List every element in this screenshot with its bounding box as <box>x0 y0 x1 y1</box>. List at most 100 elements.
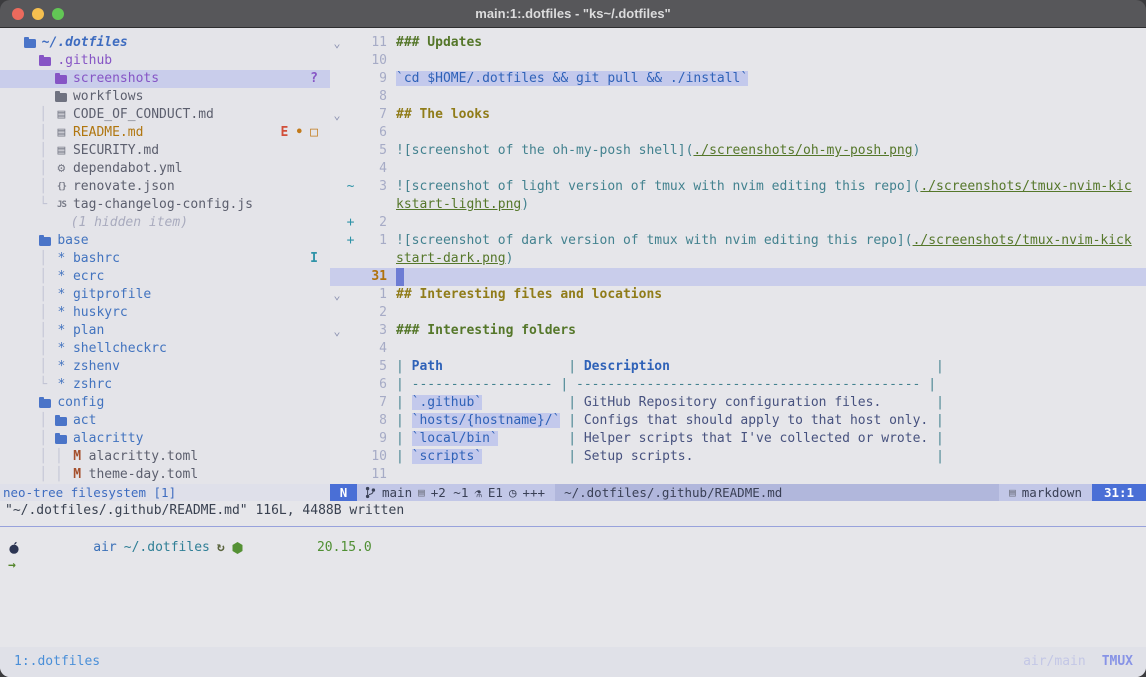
tree-item-dotfiles[interactable]: ~/.dotfiles <box>0 34 330 52</box>
zoom-button[interactable] <box>52 8 64 20</box>
tree-item-code-of-conduct-md[interactable]: │ ▤CODE_OF_CONDUCT.md <box>0 106 330 124</box>
editor-line[interactable]: 10| `scripts` | Setup scripts. | <box>330 448 1146 466</box>
badge-orange: □ <box>310 124 318 142</box>
editor-line[interactable]: ⌄ 3### Interesting folders <box>330 322 1146 340</box>
tree-item-gitprofile[interactable]: │ *gitprofile <box>0 286 330 304</box>
neotree-panel[interactable]: ~/.dotfiles .github screenshots? workflo… <box>0 28 330 484</box>
tree-item-config[interactable]: config <box>0 394 330 412</box>
folder-icon <box>55 417 67 426</box>
indent-guide: │ <box>8 124 55 142</box>
editor-line[interactable]: 6 <box>330 124 1146 142</box>
fold-open-icon[interactable]: ⌄ <box>330 286 344 304</box>
fold-open-icon[interactable]: ⌄ <box>330 322 344 340</box>
line-content: | `local/bin` | Helper scripts that I've… <box>396 430 1146 448</box>
text-cursor <box>396 268 404 286</box>
tree-item-dependabot-yml[interactable]: │ ⚙dependabot.yml <box>0 160 330 178</box>
tree-item-act[interactable]: │ act <box>0 412 330 430</box>
line-content: ![screenshot of light version of tmux wi… <box>396 178 1146 196</box>
line-content: | `.github` | GitHub Repository configur… <box>396 394 1146 412</box>
tree-item-readme-md[interactable]: │ ▤README.mdE•□ <box>0 124 330 142</box>
tree-item-theme-day-toml[interactable]: │ │ Mtheme-day.toml <box>0 466 330 484</box>
tree-item-plan[interactable]: │ *plan <box>0 322 330 340</box>
editor-line[interactable]: ⌄ 1## Interesting files and locations <box>330 286 1146 304</box>
tree-item-label: alacritty <box>73 430 143 448</box>
editor-line[interactable]: kstart-light.png) <box>330 196 1146 214</box>
fold-column <box>330 70 344 88</box>
editor-line[interactable]: 4 <box>330 160 1146 178</box>
sign-column <box>344 88 357 106</box>
tree-item-huskyrc[interactable]: │ *huskyrc <box>0 304 330 322</box>
tree-item-label: alacritty.toml <box>89 448 199 466</box>
editor-line[interactable]: ~3![screenshot of light version of tmux … <box>330 178 1146 196</box>
prompt-host: air <box>93 539 116 557</box>
line-content: | `hosts/{hostname}/` | Configs that sho… <box>396 412 1146 430</box>
tree-item-workflows[interactable]: workflows <box>0 88 330 106</box>
sign-column <box>344 106 357 124</box>
editor-line[interactable]: 8 <box>330 88 1146 106</box>
tree-item-github[interactable]: .github <box>0 52 330 70</box>
tree-item-tag-changelog-config-js[interactable]: └ JStag-changelog-config.js <box>0 196 330 214</box>
mode-indicator: N <box>330 484 357 501</box>
sign-column <box>344 466 357 484</box>
editor-line[interactable]: +1![screenshot of dark version of tmux w… <box>330 232 1146 250</box>
tmux-window-tab[interactable]: 1:.dotfiles <box>0 653 100 671</box>
tree-item-label: .github <box>57 52 112 70</box>
indent-guide: │ <box>8 142 55 160</box>
editor-line[interactable]: 4 <box>330 340 1146 358</box>
editor-line[interactable]: 6| ------------------ | ----------------… <box>330 376 1146 394</box>
tree-item-security-md[interactable]: │ ▤SECURITY.md <box>0 142 330 160</box>
fold-column <box>330 124 344 142</box>
shell-pane[interactable]: air ~/.dotfiles ↻ 20.15.0 → <box>0 527 1146 575</box>
tree-item-renovate-json[interactable]: │ {}renovate.json <box>0 178 330 196</box>
editor-line[interactable]: 5![screenshot of the oh-my-posh shell](.… <box>330 142 1146 160</box>
editor-panel[interactable]: ⌄ 11### Updates 10 9`cd $HOME/.dotfiles … <box>330 28 1146 484</box>
close-button[interactable] <box>12 8 24 20</box>
editor-line[interactable]: 7| `.github` | GitHub Repository configu… <box>330 394 1146 412</box>
editor-line[interactable]: 11 <box>330 466 1146 484</box>
tree-item-label: workflows <box>73 88 143 106</box>
git-status-segment: main ▤+2 ~1 ⚗E1 ◷+++ <box>357 484 555 501</box>
editor-line[interactable]: 9| `local/bin` | Helper scripts that I'v… <box>330 430 1146 448</box>
tree-item-screenshots[interactable]: screenshots? <box>0 70 330 88</box>
editor-line[interactable]: 2 <box>330 304 1146 322</box>
minimize-button[interactable] <box>32 8 44 20</box>
editor-line[interactable]: 10 <box>330 52 1146 70</box>
tree-item-label: zshrc <box>73 376 112 394</box>
line-number: 8 <box>357 412 396 430</box>
traffic-lights <box>0 8 64 20</box>
prompt-arrow[interactable]: → <box>8 557 1146 575</box>
git-sign: + <box>344 214 357 232</box>
editor-line[interactable]: ⌄ 7## The looks <box>330 106 1146 124</box>
editor-line[interactable]: +2 <box>330 214 1146 232</box>
tree-item-base[interactable]: base <box>0 232 330 250</box>
tree-item-zshenv[interactable]: │ *zshenv <box>0 358 330 376</box>
badge-red: E <box>281 124 289 142</box>
editor-line[interactable]: 8| `hosts/{hostname}/` | Configs that sh… <box>330 412 1146 430</box>
tree-item-ecrc[interactable]: │ *ecrc <box>0 268 330 286</box>
badge-orange: • <box>295 124 303 142</box>
tree-item-zshrc[interactable]: └ *zshrc <box>0 376 330 394</box>
fold-open-icon[interactable]: ⌄ <box>330 34 344 52</box>
line-content <box>396 466 1146 484</box>
editor-line[interactable]: start-dark.png) <box>330 250 1146 268</box>
sign-column <box>344 304 357 322</box>
editor-cursor-line[interactable]: 31 <box>330 268 1146 286</box>
tree-item-label: ~/.dotfiles <box>42 34 128 52</box>
tree-item-alacritty-toml[interactable]: │ │ Malacritty.toml <box>0 448 330 466</box>
indent-guide: │ <box>8 304 55 322</box>
apple-icon <box>8 505 86 591</box>
line-number: 8 <box>357 88 396 106</box>
editor-line[interactable]: 5| Path | Description | <box>330 358 1146 376</box>
editor-line[interactable]: ⌄ 11### Updates <box>330 34 1146 52</box>
sign-column <box>344 322 357 340</box>
git-sign: ~ <box>344 178 357 196</box>
editor-line[interactable]: 9`cd $HOME/.dotfiles && git pull && ./in… <box>330 70 1146 88</box>
tree-item-label: shellcheckrc <box>73 340 167 358</box>
tree-item-shellcheckrc[interactable]: │ *shellcheckrc <box>0 340 330 358</box>
fold-column <box>330 268 344 286</box>
tree-item-label: tag-changelog-config.js <box>73 196 253 214</box>
fold-open-icon[interactable]: ⌄ <box>330 106 344 124</box>
tree-item-bashrc[interactable]: │ *bashrcI <box>0 250 330 268</box>
tree-item-1-hidden-item[interactable]: (1 hidden item) <box>0 214 330 232</box>
tree-item-alacritty[interactable]: │ alacritty <box>0 430 330 448</box>
